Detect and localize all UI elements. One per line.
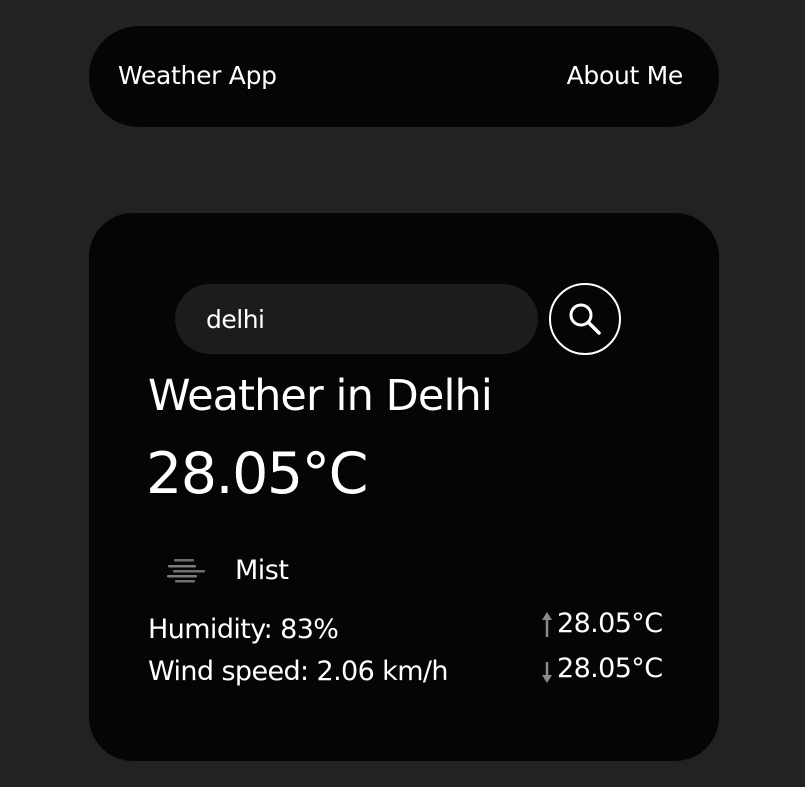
mist-icon: [167, 559, 205, 583]
arrow-down-icon: [542, 662, 552, 683]
search-button[interactable]: [549, 283, 621, 355]
max-temperature-value: 28.05°C: [557, 608, 663, 639]
weather-condition: Mist: [235, 555, 289, 586]
city-search-input[interactable]: [175, 284, 538, 354]
about-me-link[interactable]: About Me: [567, 60, 684, 92]
wind-speed-text: Wind speed: 2.06 km/h: [148, 656, 449, 687]
min-temperature: 28.05°C: [539, 652, 663, 686]
navbar: Weather App About Me: [89, 26, 719, 127]
humidity-text: Humidity: 83%: [148, 614, 339, 645]
arrow-up-icon: [542, 612, 552, 637]
weather-card: Weather in Delhi 28.05°C Mist Humidity: …: [89, 213, 719, 761]
max-temperature: 28.05°C: [539, 607, 663, 641]
search-icon: [569, 303, 601, 335]
city-heading: Weather in Delhi: [148, 371, 493, 421]
min-temperature-value: 28.05°C: [557, 653, 663, 684]
current-temperature: 28.05°C: [146, 441, 368, 507]
app-title: Weather App: [118, 61, 277, 90]
